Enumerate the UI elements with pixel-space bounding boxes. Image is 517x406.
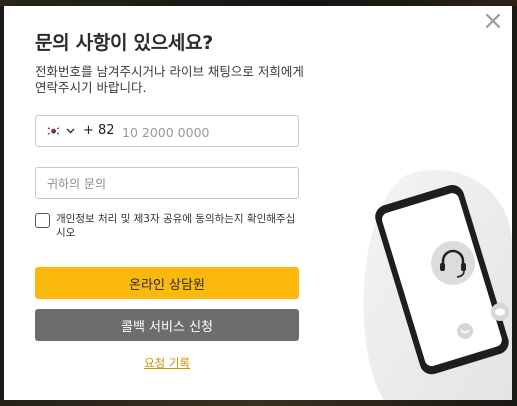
headset-icon <box>431 241 475 285</box>
inquiry-field <box>35 167 299 199</box>
request-history-link[interactable]: 요청 기록 <box>35 355 299 371</box>
phone-illustration <box>363 169 512 400</box>
consent-label: 개인정보 처리 및 제3자 공유에 동의하는지 확인해주십시오 <box>56 213 296 239</box>
dialog-description: 전화번호를 남겨주시거나 라이브 채팅으로 저희에게 연락주시기 바랍니다. <box>35 64 304 95</box>
kr-flag-icon[interactable] <box>47 126 60 136</box>
smiley-icon <box>457 323 473 339</box>
inquiry-input[interactable] <box>45 172 289 196</box>
dialog-title: 문의 사항이 있으세요? <box>35 32 213 54</box>
dial-code: + 82 <box>83 123 115 138</box>
chevron-down-icon[interactable] <box>66 126 75 135</box>
callback-request-button[interactable]: 콜백 서비스 신청 <box>35 309 299 341</box>
phone-input[interactable] <box>120 120 294 144</box>
contact-dialog: × 문의 사항이 있으세요? 전화번호를 남겨주시거나 라이브 채팅으로 저희에… <box>4 6 512 400</box>
online-consult-button[interactable]: 온라인 상담원 <box>35 267 299 299</box>
page-backdrop-bottom <box>0 400 517 406</box>
consent-checkbox[interactable] <box>35 213 50 228</box>
phone-field: + 82 <box>35 115 299 147</box>
close-icon[interactable]: × <box>482 8 504 34</box>
